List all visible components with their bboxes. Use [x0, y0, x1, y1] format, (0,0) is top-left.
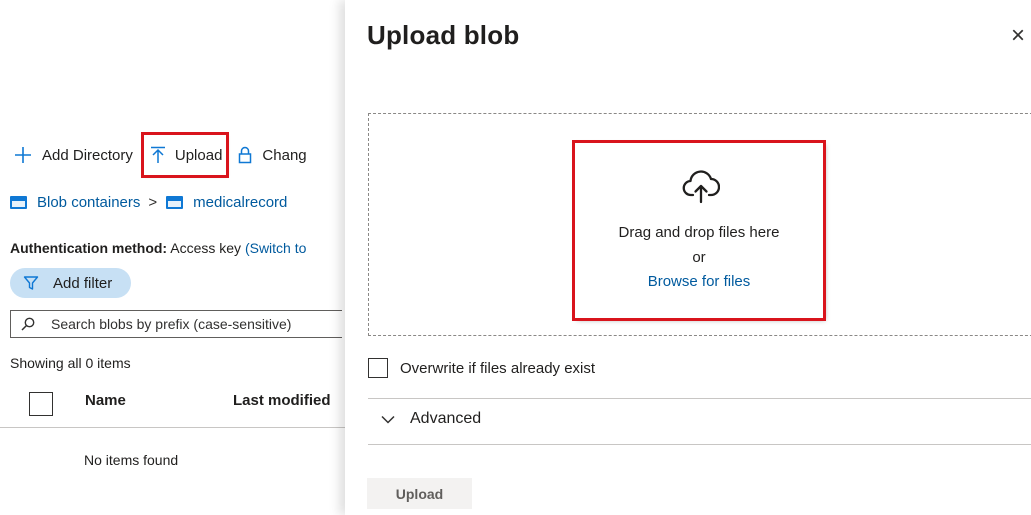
browse-for-files-link[interactable]: Browse for files	[575, 273, 823, 290]
upload-label: Upload	[174, 146, 223, 164]
storage-container-icon	[10, 196, 27, 209]
divider	[368, 444, 1031, 445]
table-header: Name Last modified	[0, 387, 345, 428]
switch-auth-link[interactable]: (Switch to	[245, 240, 306, 256]
add-filter-button[interactable]: Add filter	[10, 268, 131, 298]
change-access-level-button[interactable]: Chang	[238, 137, 307, 173]
drag-drop-text: Drag and drop files here	[618, 224, 780, 241]
change-access-level-label: Chang	[262, 146, 307, 164]
upload-blob-panel: Upload blob × Drag and drop files here o…	[345, 0, 1031, 515]
overwrite-option[interactable]: Overwrite if files already exist	[368, 358, 595, 378]
upload-submit-button[interactable]: Upload	[367, 478, 472, 509]
overwrite-checkbox[interactable]	[368, 358, 388, 378]
close-icon[interactable]: ×	[1011, 24, 1025, 48]
auth-method-value: Access key	[170, 240, 242, 256]
toolbar: Add Directory Upload Chang	[14, 132, 307, 178]
divider	[368, 398, 1031, 399]
breadcrumb: Blob containers > medicalrecord	[10, 194, 287, 211]
plus-icon	[15, 147, 31, 163]
overwrite-label: Overwrite if files already exist	[400, 359, 596, 377]
filter-icon	[23, 276, 39, 290]
authentication-method: Authentication method: Access key (Switc…	[10, 240, 306, 256]
add-filter-label: Add filter	[53, 274, 113, 292]
panel-title: Upload blob	[367, 20, 520, 50]
advanced-section-toggle[interactable]: Advanced	[381, 410, 481, 428]
add-directory-button[interactable]: Add Directory	[14, 137, 133, 173]
lock-icon	[239, 146, 252, 164]
storage-container-icon	[166, 196, 184, 209]
or-text: or	[692, 249, 706, 266]
item-count-text: Showing all 0 items	[10, 355, 131, 371]
breadcrumb-separator: >	[148, 194, 158, 211]
column-header-last-modified[interactable]: Last modified	[233, 392, 331, 409]
auth-method-label: Authentication method:	[10, 240, 168, 256]
advanced-label: Advanced	[410, 410, 482, 427]
cloud-upload-icon	[682, 170, 720, 204]
column-header-name[interactable]: Name	[85, 392, 126, 409]
chevron-down-icon	[381, 415, 395, 424]
blob-container-pane: Add Directory Upload Chang Blob containe…	[0, 0, 345, 515]
breadcrumb-current-container: medicalrecord	[193, 194, 288, 211]
add-directory-label: Add Directory	[42, 146, 133, 164]
empty-state-text: No items found	[84, 452, 179, 468]
search-input[interactable]: Search blobs by prefix (case-sensitive)	[10, 310, 342, 338]
select-all-checkbox[interactable]	[29, 392, 53, 416]
drop-zone-highlight: Drag and drop files here or Browse for f…	[572, 140, 826, 321]
upload-icon	[150, 146, 165, 163]
upload-button[interactable]: Upload	[140, 132, 230, 178]
breadcrumb-blob-containers-link[interactable]: Blob containers	[37, 194, 140, 211]
search-icon	[21, 317, 35, 331]
search-placeholder: Search blobs by prefix (case-sensitive)	[51, 316, 292, 332]
